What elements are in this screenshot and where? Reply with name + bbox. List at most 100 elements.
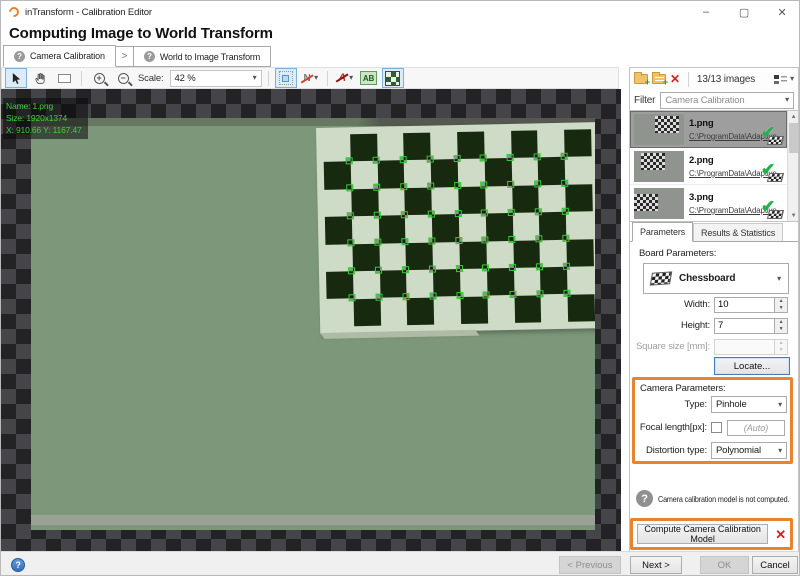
corner-marker — [373, 157, 380, 164]
page-title: Computing Image to World Transform — [9, 25, 273, 42]
image-list-item-1[interactable]: 1.png C:\ProgramData\Adaptive... ✔ — [630, 111, 787, 148]
distortion-row: Distortion type: Polynomial ▾ — [633, 442, 787, 459]
located-status: ✔ — [761, 127, 783, 145]
spin-up-icon[interactable]: ▲ — [775, 298, 787, 305]
compute-calibration-button[interactable]: Compute Camera Calibration Model — [637, 524, 768, 544]
title-bar: inTransform - Calibration Editor – ▢ ✕ — [1, 1, 800, 23]
add-image-button[interactable]: + — [634, 74, 648, 84]
board-type-combobox[interactable]: Chessboard ▾ — [643, 263, 789, 294]
distortion-combobox[interactable]: Polynomial ▾ — [711, 442, 787, 459]
spin-up-icon[interactable]: ▲ — [775, 319, 787, 326]
spin-up-icon: ▲ — [775, 340, 787, 347]
image-list-item-3[interactable]: 3.png C:\ProgramData\Adaptive... ✔ — [630, 185, 787, 222]
corner-marker — [349, 294, 356, 301]
calibration-editor-window: inTransform - Calibration Editor – ▢ ✕ C… — [0, 0, 800, 576]
pan-tool-button[interactable] — [29, 68, 51, 88]
camera-type-combobox[interactable]: Pinhole ▾ — [711, 396, 787, 413]
board-dark-square — [565, 184, 592, 212]
image-list-scrollbar[interactable]: ▲ ▼ — [787, 111, 798, 221]
next-button[interactable]: Next > — [630, 556, 682, 574]
focal-length-input[interactable] — [727, 420, 785, 436]
image-thumbnail — [634, 151, 684, 182]
toolbar-separator — [327, 71, 328, 86]
filter-combobox[interactable]: Camera Calibration ▾ — [660, 92, 794, 109]
image-info-overlay: Name: 1.png Size: 1920x1374 X: 910.66 Y:… — [3, 98, 88, 139]
locate-button[interactable]: Locate... — [714, 357, 790, 375]
corner-marker — [480, 154, 487, 161]
ok-button: OK — [700, 556, 749, 574]
focal-length-label: Focal length[px]: — [633, 422, 707, 433]
image-name-line: Name: 1.png — [6, 100, 82, 112]
corner-marker — [348, 267, 355, 274]
spin-down-icon: ▼ — [775, 347, 787, 354]
corner-marker — [533, 153, 540, 160]
footer-bar: ? < Previous Next > OK Cancel — [1, 551, 800, 576]
scroll-down-icon[interactable]: ▼ — [788, 210, 798, 221]
corner-marker — [536, 263, 543, 270]
focal-length-row: Focal length[px]: — [633, 419, 787, 436]
corner-marker — [453, 155, 460, 162]
view-mode-button[interactable]: ▾ — [774, 75, 794, 84]
select-tool-button[interactable] — [5, 68, 27, 88]
viewer-toolbar: + − Scale: 42 % ▾ N ▾ A ▾ AB — [1, 67, 619, 89]
tab-label: Camera Calibration — [30, 51, 105, 61]
zoom-out-button[interactable]: − — [112, 68, 134, 88]
width-label: Width: — [630, 299, 710, 310]
toolbar-separator — [268, 71, 269, 86]
minimize-button[interactable]: – — [687, 1, 725, 23]
zoom-in-button[interactable]: + — [88, 68, 110, 88]
scrollbar-thumb[interactable] — [789, 123, 798, 153]
show-pattern-button[interactable] — [382, 68, 404, 88]
parameters-page: Board Parameters: Chessboard ▾ Width: ▲▼… — [630, 242, 798, 551]
chevron-down-icon: ▾ — [790, 75, 794, 83]
image-list-item-2[interactable]: 2.png C:\ProgramData\Adaptive... ✔ — [630, 148, 787, 185]
image-viewport[interactable]: Name: 1.png Size: 1920x1374 X: 910.66 Y:… — [1, 89, 621, 551]
help-icon[interactable]: ? — [11, 558, 25, 572]
height-input[interactable] — [715, 319, 774, 333]
width-stepper[interactable]: ▲▼ — [714, 297, 788, 313]
height-stepper[interactable]: ▲▼ — [714, 318, 788, 334]
width-input[interactable] — [715, 298, 774, 312]
question-icon: ? — [636, 490, 653, 507]
filter-row: Filter Camera Calibration ▾ — [630, 90, 798, 110]
image-list: 1.png C:\ProgramData\Adaptive... ✔ 2.png… — [630, 110, 798, 222]
corner-marker — [508, 236, 515, 243]
corner-marker — [402, 293, 409, 300]
rect-select-tool-button[interactable] — [53, 68, 75, 88]
tab-results-statistics[interactable]: Results & Statistics — [693, 223, 783, 241]
focal-length-checkbox[interactable] — [711, 422, 722, 433]
add-image-folder-button[interactable]: + — [652, 74, 666, 84]
located-status: ✔ — [761, 164, 783, 182]
scroll-up-icon[interactable]: ▲ — [788, 111, 798, 122]
toolbar-separator — [81, 71, 82, 86]
corner-marker — [373, 184, 380, 191]
scale-combobox[interactable]: 42 % ▾ — [170, 70, 262, 87]
chevron-down-icon: ▾ — [785, 96, 789, 104]
calibration-image[interactable] — [31, 118, 595, 530]
tab-camera-calibration[interactable]: ? Camera Calibration — [3, 45, 116, 67]
corner-marker — [534, 181, 541, 188]
hide-annotations-button[interactable]: A ▾ — [334, 68, 356, 88]
fit-to-view-button[interactable] — [275, 68, 297, 88]
board-dark-square — [568, 294, 595, 322]
calibration-panel: + + ✕ 13/13 images ▾ Filter Camera Calib… — [629, 67, 799, 552]
cancel-button[interactable]: Cancel — [752, 556, 798, 574]
remove-image-button[interactable]: ✕ — [670, 73, 680, 85]
corner-marker — [535, 235, 542, 242]
corner-marker — [426, 155, 433, 162]
hide-names-button[interactable]: N ▾ — [299, 68, 321, 88]
window-title: inTransform - Calibration Editor — [25, 7, 152, 18]
tab-parameters[interactable]: Parameters — [632, 222, 693, 242]
spin-down-icon[interactable]: ▼ — [775, 326, 787, 333]
corner-marker — [563, 290, 570, 297]
maximize-button[interactable]: ▢ — [725, 1, 763, 23]
tab-world-to-image[interactable]: ? World to Image Transform — [133, 46, 271, 67]
ab-compare-button[interactable]: AB — [358, 68, 380, 88]
close-button[interactable]: ✕ — [763, 1, 800, 23]
checkmark-icon: ✔ — [761, 123, 775, 143]
camera-parameters-label: Camera Parameters: — [640, 383, 725, 394]
corner-marker — [510, 291, 517, 298]
spin-down-icon[interactable]: ▼ — [775, 305, 787, 312]
chessboard-target — [316, 122, 595, 334]
square-size-stepper: ▲▼ — [714, 339, 788, 355]
